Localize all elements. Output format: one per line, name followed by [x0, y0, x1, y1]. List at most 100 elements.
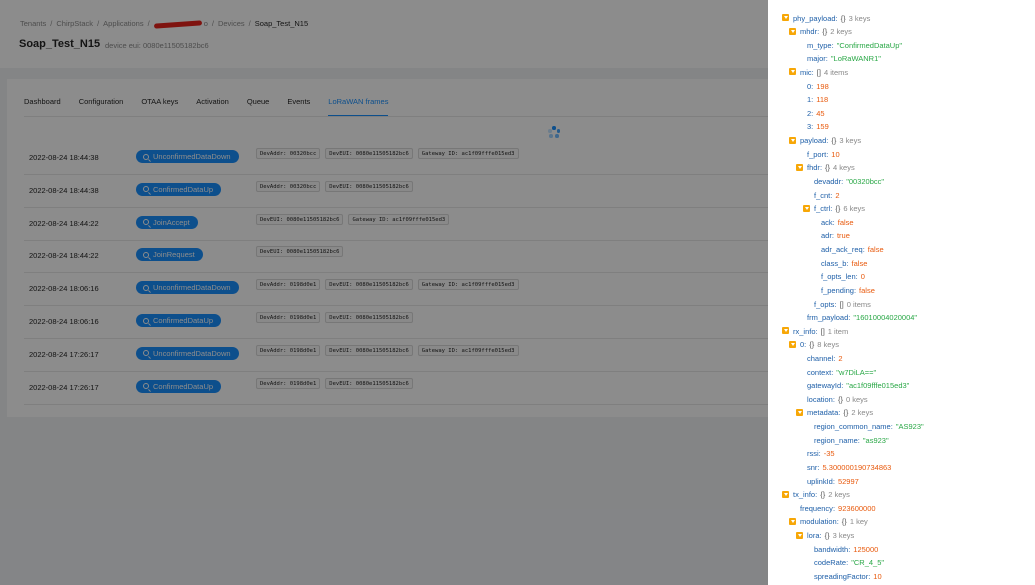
- collapse-caret-icon[interactable]: [782, 490, 789, 498]
- collapse-caret-icon[interactable]: [796, 531, 803, 539]
- json-node: class_b: false: [821, 258, 867, 269]
- json-key: adr_ack_req: [821, 245, 863, 255]
- json-key: lora: [807, 531, 820, 541]
- collapse-caret-icon[interactable]: [782, 327, 789, 335]
- json-value: "as923": [862, 435, 889, 445]
- json-node[interactable]: metadata:{} 2 keys: [796, 407, 873, 418]
- json-key: m_type: [807, 40, 832, 50]
- json-node: 2: 45: [807, 108, 825, 119]
- json-colon: :: [815, 490, 818, 500]
- json-value: -35: [823, 449, 835, 459]
- json-key: rx_info: [793, 326, 816, 336]
- json-colon: :: [811, 67, 814, 77]
- json-count: 8 keys: [817, 340, 839, 350]
- collapse-caret-icon[interactable]: [789, 136, 796, 144]
- json-value: "CR_4_5": [851, 558, 885, 568]
- json-node[interactable]: payload:{} 3 keys: [789, 135, 861, 146]
- json-node: spreadingFactor: 10: [814, 571, 882, 582]
- json-node: frequency: 923600000: [800, 503, 876, 514]
- json-node[interactable]: 0:{} 8 keys: [789, 339, 839, 350]
- json-count: 1 key: [849, 517, 868, 527]
- json-key: tx_info: [793, 490, 816, 500]
- json-node[interactable]: lora:{} 3 keys: [796, 530, 854, 541]
- json-colon: :: [832, 394, 835, 404]
- json-key: bandwidth: [814, 544, 849, 554]
- json-node[interactable]: mhdr:{} 2 keys: [789, 26, 852, 37]
- json-node: f_port: 10: [807, 149, 840, 160]
- json-colon: :: [825, 54, 828, 64]
- collapse-caret-icon[interactable]: [789, 517, 796, 525]
- json-value: "16010004020004": [853, 313, 918, 323]
- json-value: 10: [831, 149, 840, 159]
- collapse-caret-icon[interactable]: [782, 14, 789, 21]
- json-node[interactable]: tx_info:{} 2 keys: [782, 489, 850, 500]
- json-node[interactable]: mic:[] 4 items: [789, 67, 848, 78]
- json-node: channel: 2: [807, 353, 843, 364]
- json-node: region_name: "as923": [814, 435, 889, 446]
- json-key: f_port: [807, 149, 827, 159]
- json-key: metadata: [807, 408, 839, 418]
- json-value: 923600000: [838, 503, 876, 513]
- json-count: 2 keys: [851, 408, 874, 418]
- json-value: false: [851, 258, 868, 268]
- json-value: true: [836, 231, 850, 241]
- json-colon: :: [819, 531, 822, 541]
- json-value: 198: [816, 81, 829, 91]
- frame-json-drawer: phy_payload:{} 3 keys mhdr:{} 2 keys m_type:…: [768, 0, 1035, 585]
- json-brace: []: [839, 299, 844, 309]
- json-brace: {}: [824, 531, 830, 541]
- json-node: codeRate: "CR_4_5": [814, 557, 884, 568]
- json-value: 118: [816, 95, 829, 105]
- collapse-caret-icon[interactable]: [803, 204, 810, 212]
- json-count: 4 keys: [833, 163, 855, 173]
- json-colon: :: [835, 13, 838, 23]
- collapse-caret-icon[interactable]: [789, 68, 796, 76]
- json-key: rssi: [807, 449, 819, 459]
- json-colon: :: [826, 136, 829, 146]
- collapse-caret-icon[interactable]: [789, 27, 796, 35]
- json-value: 2: [838, 354, 843, 363]
- json-node: f_cnt: 2: [814, 190, 840, 201]
- json-colon: :: [811, 95, 814, 105]
- json-brace: {}: [831, 136, 837, 146]
- json-colon: :: [846, 558, 849, 568]
- json-colon: :: [846, 258, 849, 268]
- json-key: ack: [821, 217, 833, 227]
- collapse-caret-icon[interactable]: [796, 163, 803, 171]
- json-key: devaddr: [814, 176, 842, 186]
- json-key: channel: [807, 354, 834, 363]
- json-node[interactable]: rx_info:[] 1 item: [782, 326, 848, 337]
- json-key: adr: [821, 231, 832, 241]
- json-node[interactable]: phy_payload:{} 3 keys: [782, 13, 870, 24]
- json-node: rssi: -35: [807, 448, 835, 459]
- json-count: 0 items: [846, 299, 871, 309]
- json-colon: :: [817, 27, 820, 37]
- json-count: 3 keys: [839, 136, 862, 146]
- json-node: location:{} 0 keys: [807, 394, 868, 405]
- json-value: 52997: [837, 476, 859, 486]
- json-node: f_opts:[] 0 items: [814, 299, 871, 310]
- json-node[interactable]: f_ctrl:{} 6 keys: [803, 203, 865, 214]
- json-key: location: [807, 394, 833, 404]
- json-node: context: "w7DiLA==": [807, 367, 876, 378]
- json-brace: []: [816, 67, 821, 77]
- json-key: mhdr: [800, 27, 818, 37]
- json-value: false: [859, 285, 875, 295]
- json-node[interactable]: fhdr:{} 4 keys: [796, 162, 855, 173]
- json-brace: {}: [841, 517, 847, 527]
- json-value: "AS923": [895, 422, 924, 432]
- json-brace: {}: [835, 204, 841, 214]
- json-node: major: "LoRaWANR1": [807, 53, 881, 64]
- json-node: region_common_name: "AS923": [814, 421, 924, 432]
- json-colon: :: [830, 190, 833, 200]
- json-colon: :: [833, 354, 836, 363]
- collapse-caret-icon[interactable]: [796, 408, 803, 416]
- collapse-caret-icon[interactable]: [789, 340, 796, 348]
- json-colon: :: [855, 272, 858, 282]
- json-count: 3 keys: [832, 531, 855, 541]
- json-value: "ac1f09fffe015ed3": [846, 381, 910, 391]
- json-brace: {}: [837, 394, 843, 404]
- json-brace: {}: [820, 490, 826, 500]
- json-value: "ConfirmedDataUp": [836, 40, 903, 50]
- json-node[interactable]: modulation:{} 1 key: [789, 516, 868, 527]
